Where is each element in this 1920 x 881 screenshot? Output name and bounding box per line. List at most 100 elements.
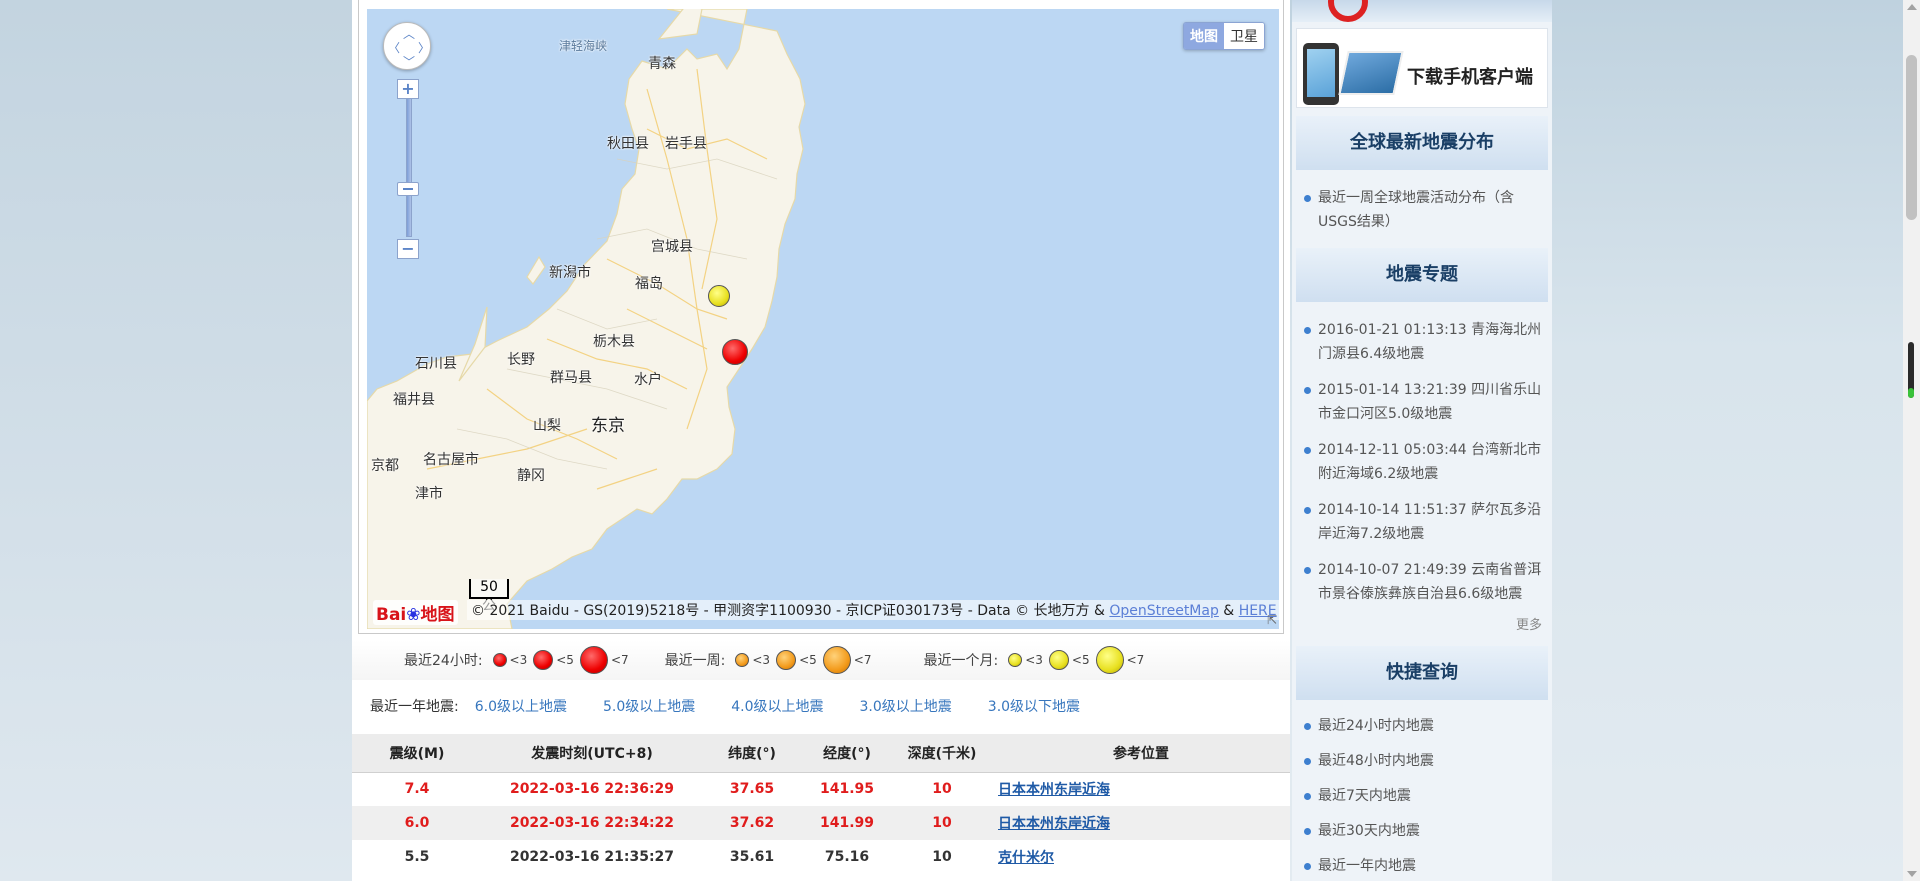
legend-month-large-label: <7 (1126, 653, 1145, 667)
scroll-up-icon[interactable] (1907, 4, 1917, 10)
legend-week-large-dot (822, 646, 851, 674)
weibo-logo-icon (1328, 0, 1368, 22)
cell-longitude: 141.99 (802, 806, 892, 840)
cell-time: 2022-03-16 21:35:27 (509, 849, 675, 865)
scroll-down-icon[interactable] (1907, 871, 1917, 877)
place-fukui: 福井县 (393, 392, 435, 408)
legend-month-medium-dot (1048, 650, 1069, 670)
legend-month: 最近一个月: <3 <5 <7 (923, 646, 1144, 674)
list-item[interactable]: 2014-12-11 05:03:44 台湾新北市附近海域6.2级地震 (1302, 438, 1546, 486)
legend-month-medium-label: <5 (1071, 653, 1090, 667)
cell-magnitude: 5.5 (404, 849, 430, 865)
legend-week-small-dot (735, 653, 750, 667)
cell-depth: 10 (932, 849, 952, 865)
pan-down-icon[interactable]: ﹀ (403, 53, 415, 70)
baidu-paw-icon: ❀ (406, 605, 421, 625)
app-download-banner[interactable]: 下载手机客户端 (1296, 28, 1548, 108)
legend-week-label: 最近一周: (664, 653, 726, 669)
legend-month-small-dot (1008, 653, 1023, 667)
quick-query-list: 最近24小时内地震 最近48小时内地震 最近7天内地震 最近30天内地震 最近一… (1302, 714, 1546, 878)
filter-link-5[interactable]: 5.0级以上地震 (603, 696, 695, 716)
filter-link-4[interactable]: 4.0级以上地震 (731, 696, 823, 716)
cell-magnitude: 6.0 (352, 806, 482, 840)
legend-week-medium-label: <5 (799, 653, 817, 667)
earthquake-map[interactable]: 津轻海峡 青森 秋田县 岩手县 宫城县 新潟市 福岛 栃木县 石川县 长野 群马… (367, 9, 1279, 629)
location-link[interactable]: 日本本州东岸近海 (998, 816, 1110, 832)
list-item[interactable]: 2016-01-21 01:13:13 青海海北州门源县6.4级地震 (1302, 318, 1546, 366)
place-kyoto: 京都 (371, 458, 399, 474)
baidu-logo-suffix: 地图 (420, 605, 455, 625)
zoom-slider-handle[interactable] (397, 182, 419, 196)
col-latitude: 纬度(°) (702, 734, 802, 773)
col-location: 参考位置 (992, 734, 1290, 773)
legend-day-small-dot (492, 653, 507, 667)
legend-month-label: 最近一个月: (923, 653, 999, 669)
list-item[interactable]: 2014-10-14 11:51:37 萨尔瓦多沿岸近海7.2级地震 (1302, 498, 1546, 546)
zoom-slider-track[interactable] (406, 89, 412, 237)
place-miyagi: 宫城县 (651, 239, 693, 255)
place-nagoya: 名古屋市 (423, 452, 479, 468)
zoom-out-button[interactable]: − (397, 239, 419, 259)
legend-day-medium-dot (533, 650, 554, 670)
scroll-thumb[interactable] (1906, 55, 1917, 220)
cell-time: 2022-03-16 22:34:22 (482, 806, 702, 840)
place-tokyo: 东京 (591, 416, 625, 436)
map-copyright: © 2021 Baidu - GS(2019)5218号 - 甲测资字11009… (467, 600, 1279, 620)
list-item[interactable]: 最近30天内地震 (1302, 819, 1546, 843)
place-nagano: 长野 (507, 352, 535, 368)
cell-latitude: 37.62 (702, 806, 802, 840)
topics-heading: 地震专题 (1296, 248, 1548, 302)
legend-week-large-label: <7 (853, 653, 872, 667)
place-yamanashi: 山梨 (533, 418, 561, 434)
list-item[interactable]: 最近一年内地震 (1302, 854, 1546, 878)
page-background (0, 0, 352, 881)
filter-link-3-below[interactable]: 3.0级以下地震 (988, 696, 1080, 716)
quake-marker-yellow[interactable] (708, 285, 730, 307)
map-scale: 50 公 (469, 579, 509, 614)
zoom-in-button[interactable]: + (397, 79, 419, 99)
place-shizuoka: 静冈 (517, 468, 545, 484)
list-item[interactable]: 最近24小时内地震 (1302, 714, 1546, 738)
cell-depth: 10 (932, 781, 952, 798)
cell-location: 克什米尔 (992, 840, 1290, 874)
main-column: 津轻海峡 青森 秋田县 岩手县 宫城县 新潟市 福岛 栃木县 石川县 长野 群马… (352, 0, 1290, 881)
cell-magnitude: 7.4 (404, 781, 430, 798)
sidebar-weibo-banner[interactable] (1292, 0, 1552, 22)
list-item[interactable]: 2014-10-07 21:49:39 云南省普洱市景谷傣族彝族自治县6.6级地… (1302, 558, 1546, 606)
pan-left-icon[interactable]: 〈 (388, 39, 400, 56)
place-iwate: 岩手县 (665, 136, 707, 152)
tablet-icon (1338, 51, 1404, 95)
pan-up-icon[interactable]: ︿ (403, 25, 415, 42)
osm-link[interactable]: OpenStreetMap (1109, 603, 1218, 619)
phone-icon (1303, 43, 1339, 105)
page-scrollbar[interactable] (1903, 0, 1920, 881)
more-link[interactable]: 更多 (1516, 614, 1542, 633)
map-type-map-button[interactable]: 地图 (1184, 23, 1224, 49)
list-item[interactable]: 2015-01-14 13:21:39 四川省乐山市金口河区5.0级地震 (1302, 378, 1546, 426)
list-item[interactable]: 最近48小时内地震 (1302, 749, 1546, 773)
quake-table: 震级(M) 发震时刻(UTC+8) 纬度(°) 经度(°) 深度(千米) 参考位… (352, 734, 1290, 874)
table-row: 6.0 2022-03-16 22:34:22 37.62 141.99 10 … (352, 806, 1290, 840)
legend-day-medium-label: <5 (556, 653, 574, 667)
cell-longitude: 75.16 (824, 849, 870, 865)
location-link[interactable]: 克什米尔 (998, 850, 1054, 866)
quake-marker-red[interactable] (722, 339, 748, 365)
pan-control[interactable]: ︿ ﹀ 〈 〉 (383, 22, 431, 70)
list-item[interactable]: 最近一周全球地震活动分布（含USGS结果） (1302, 186, 1546, 234)
list-item[interactable]: 最近7天内地震 (1302, 784, 1546, 808)
map-land (367, 9, 806, 629)
global-quake-heading: 全球最新地震分布 (1296, 116, 1548, 170)
legend-day-large-label: <7 (610, 653, 629, 667)
filter-link-3-above[interactable]: 3.0级以上地震 (860, 696, 952, 716)
place-fukushima: 福岛 (635, 276, 663, 292)
sidebar: 下载手机客户端 全球最新地震分布 最近一周全球地震活动分布（含USGS结果） 地… (1292, 0, 1552, 881)
table-header-row: 震级(M) 发震时刻(UTC+8) 纬度(°) 经度(°) 深度(千米) 参考位… (352, 734, 1290, 773)
map-type-satellite-button[interactable]: 卫星 (1224, 23, 1264, 49)
location-link[interactable]: 日本本州东岸近海 (998, 782, 1110, 798)
filter-link-6[interactable]: 6.0级以上地震 (475, 696, 567, 716)
place-tochigi: 栃木县 (593, 334, 635, 350)
expand-corner-icon[interactable]: ⇱ (1267, 613, 1277, 627)
pan-right-icon[interactable]: 〉 (418, 39, 430, 56)
col-time: 发震时刻(UTC+8) (482, 734, 702, 773)
cell-time: 2022-03-16 22:36:29 (509, 781, 675, 798)
